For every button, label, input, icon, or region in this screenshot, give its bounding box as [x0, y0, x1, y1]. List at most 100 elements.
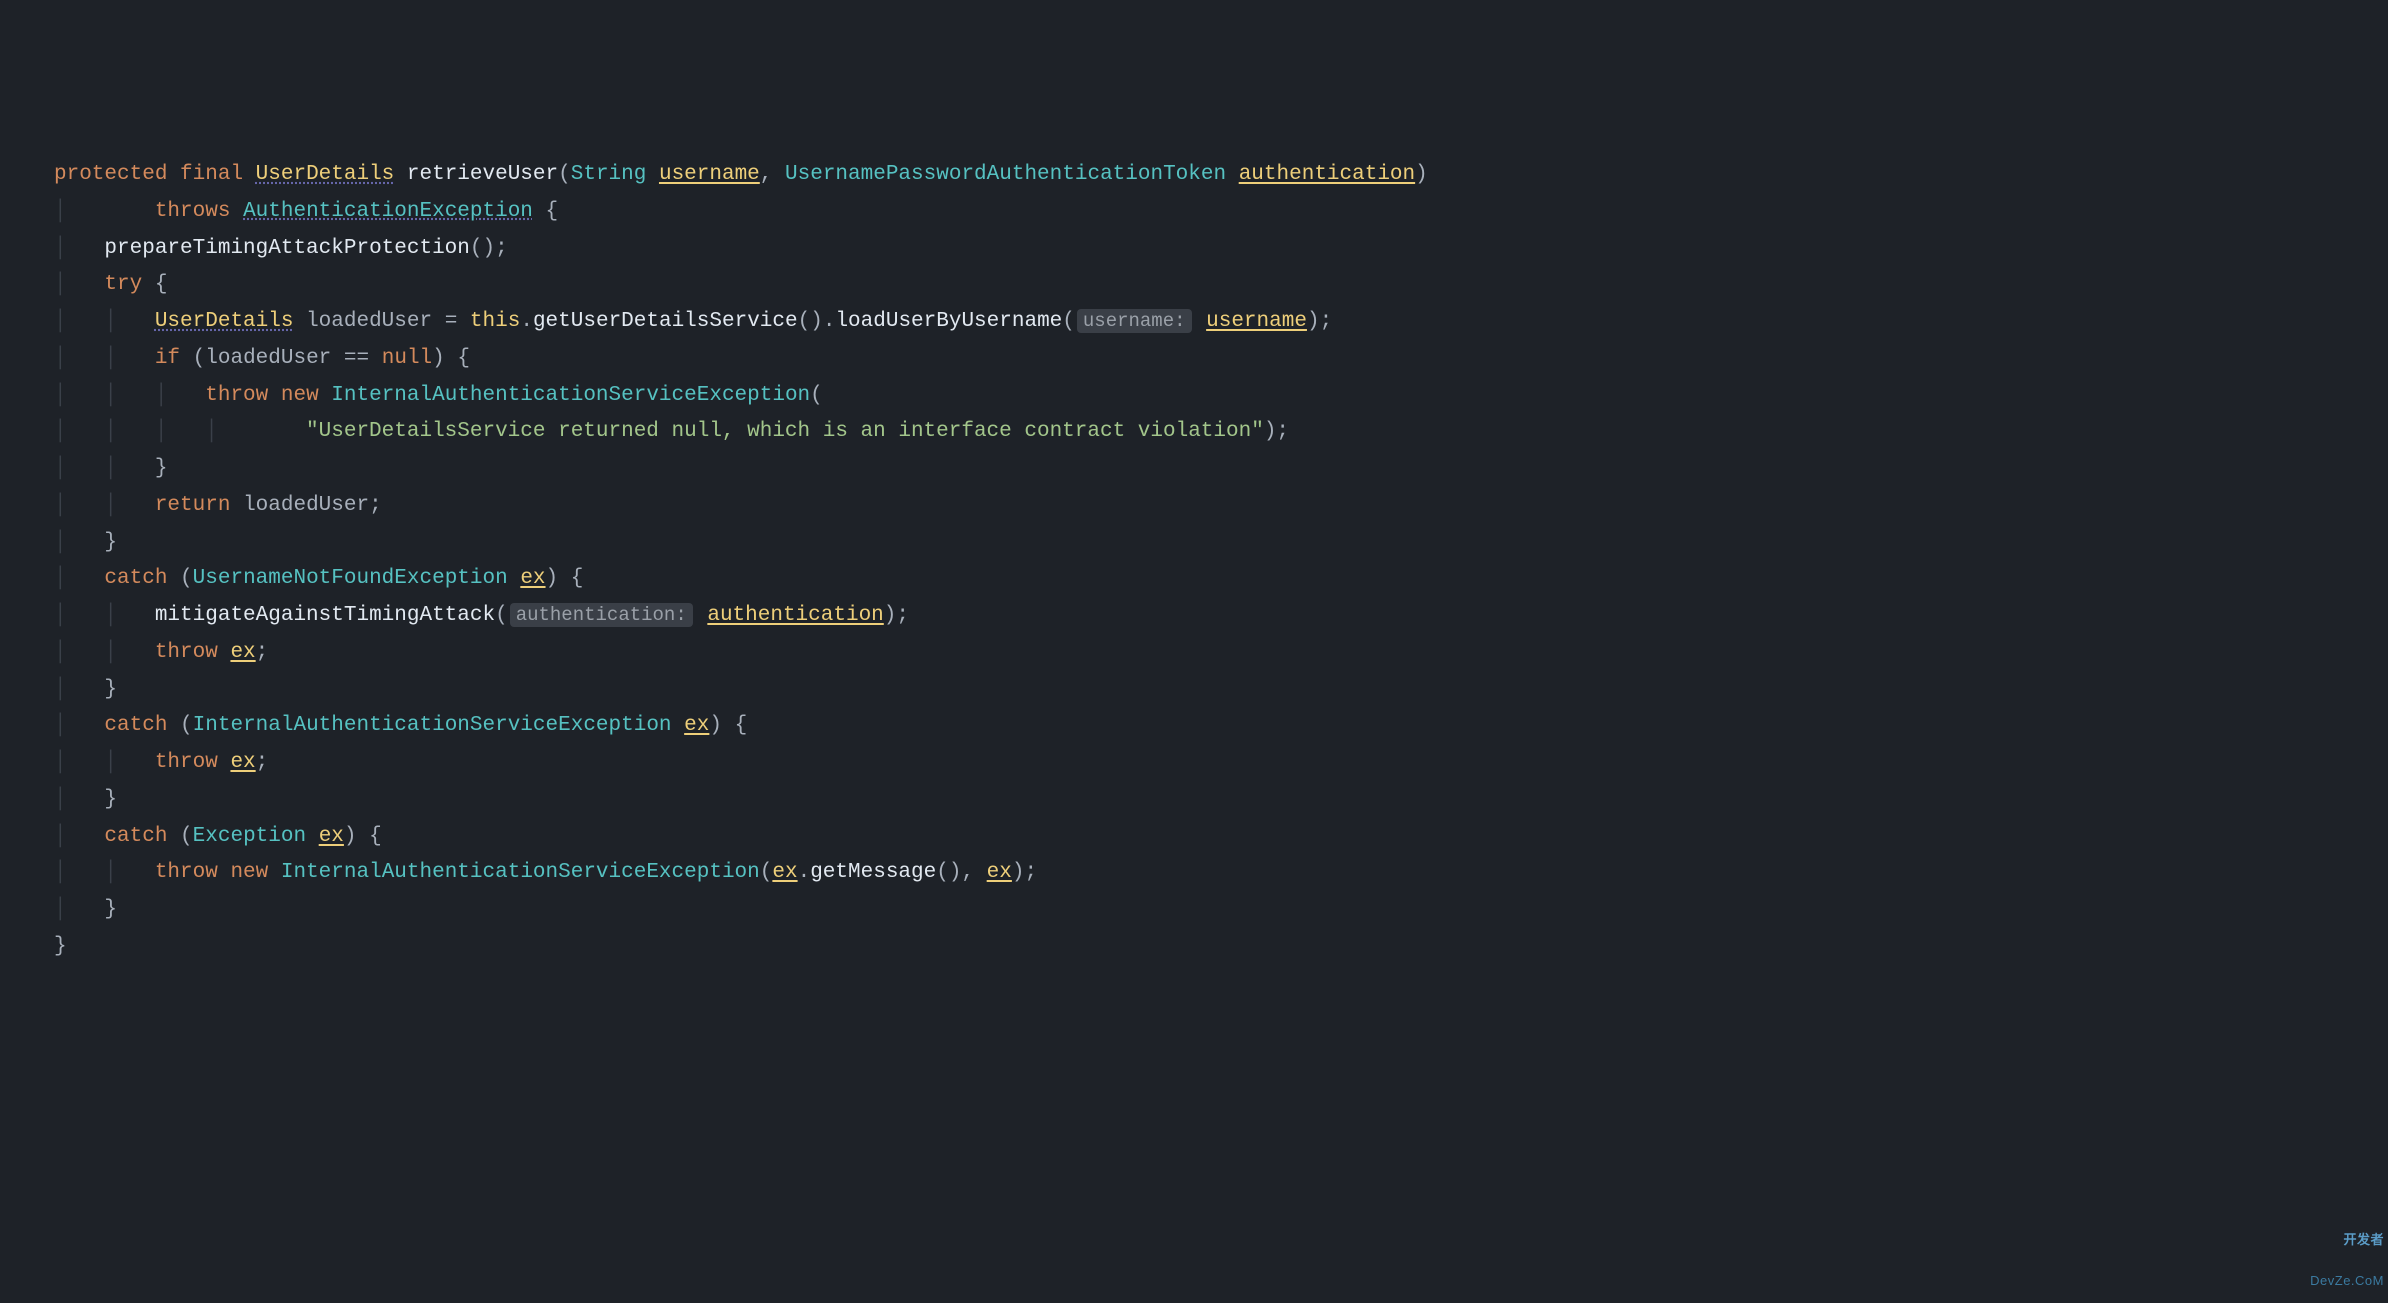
code-line-19: │ catch (Exception ex) {: [54, 825, 382, 848]
keyword-new: new: [281, 384, 319, 407]
paren-pair: (): [936, 861, 961, 884]
paren-close: ): [1264, 420, 1277, 443]
keyword-if: if: [155, 347, 180, 370]
keyword-throw: throw: [205, 384, 268, 407]
paren-close: ): [344, 825, 357, 848]
code-line-22: }: [54, 935, 67, 958]
paren-open: (: [760, 861, 773, 884]
inlay-hint-authentication: authentication:: [510, 603, 693, 627]
code-line-3: │ prepareTimingAttackProtection();: [54, 237, 508, 260]
type-userdetails: UserDetails: [155, 310, 294, 333]
code-line-8: │ │ │ │ "UserDetailsService returned nul…: [54, 420, 1289, 443]
keyword-catch: catch: [104, 825, 167, 848]
keyword-throws: throws: [155, 200, 231, 223]
watermark-line1: 开发者: [2310, 1233, 2384, 1247]
paren-close: ): [1012, 861, 1025, 884]
op-eq: ==: [344, 347, 369, 370]
code-line-4: │ try {: [54, 273, 167, 296]
semicolon: ;: [1320, 310, 1333, 333]
brace-close: }: [104, 678, 117, 701]
param-ex: ex: [319, 825, 344, 848]
param-ex: ex: [520, 567, 545, 590]
semicolon: ;: [369, 494, 382, 517]
indent-guide: │: [54, 898, 104, 921]
indent-guide: │ │ │ │: [54, 420, 306, 443]
indent-guide: │ │: [54, 641, 155, 664]
var-loadeduser: loadedUser: [306, 310, 432, 333]
keyword-try: try: [104, 273, 142, 296]
code-line-7: │ │ │ throw new InternalAuthenticationSe…: [54, 384, 823, 407]
keyword-catch: catch: [104, 714, 167, 737]
arg-username: username: [1206, 310, 1307, 333]
var-ex: ex: [987, 861, 1012, 884]
code-line-21: │ }: [54, 898, 117, 921]
indent-guide: │: [54, 678, 104, 701]
brace-open: {: [369, 825, 382, 848]
type-userdetails: UserDetails: [256, 163, 395, 186]
watermark-line2: DevZe.CoM: [2310, 1274, 2384, 1288]
brace-close: }: [104, 788, 117, 811]
brace-close: }: [104, 531, 117, 554]
semicolon: ;: [256, 751, 269, 774]
semicolon: ;: [256, 641, 269, 664]
indent-guide: │: [54, 237, 104, 260]
comma: ,: [961, 861, 974, 884]
keyword-throw: throw: [155, 641, 218, 664]
dot: .: [520, 310, 533, 333]
method-loaduserbyusername: loadUserByUsername: [835, 310, 1062, 333]
indent-guide: │: [54, 273, 104, 296]
indent-guide: │ │: [54, 457, 155, 480]
keyword-return: return: [155, 494, 231, 517]
type-upat: UsernamePasswordAuthenticationToken: [785, 163, 1226, 186]
code-editor[interactable]: protected final UserDetails retrieveUser…: [0, 157, 2388, 966]
type-string: String: [571, 163, 647, 186]
type-iase: InternalAuthenticationServiceException: [281, 861, 760, 884]
code-line-18: │ }: [54, 788, 117, 811]
paren-close: ): [1415, 163, 1428, 186]
brace-close: }: [104, 898, 117, 921]
brace-open: {: [457, 347, 470, 370]
indent-guide: │: [54, 788, 104, 811]
code-line-14: │ │ throw ex;: [54, 641, 268, 664]
param-username: username: [659, 163, 760, 186]
brace-open: {: [155, 273, 168, 296]
code-line-10: │ │ return loadedUser;: [54, 494, 382, 517]
watermark: 开发者 DevZe.CoM: [2310, 1206, 2384, 1301]
type-iase: InternalAuthenticationServiceException: [331, 384, 810, 407]
code-line-20: │ │ throw new InternalAuthenticationServ…: [54, 861, 1037, 884]
op-assign: =: [445, 310, 458, 333]
paren-close: ): [709, 714, 722, 737]
keyword-this: this: [470, 310, 520, 333]
keyword-throw: throw: [155, 751, 218, 774]
semicolon: ;: [1025, 861, 1038, 884]
string-literal: "UserDetailsService returned null, which…: [306, 420, 1264, 443]
code-line-1: protected final UserDetails retrieveUser…: [54, 163, 1428, 186]
param-authentication: authentication: [1239, 163, 1415, 186]
paren-open: (: [810, 384, 823, 407]
indent-guide: │ │: [54, 604, 155, 627]
code-line-17: │ │ throw ex;: [54, 751, 268, 774]
type-unfe: UsernameNotFoundException: [193, 567, 508, 590]
paren-pair: (): [798, 310, 823, 333]
method-getuserdetailsservice: getUserDetailsService: [533, 310, 798, 333]
param-ex: ex: [684, 714, 709, 737]
var-ex: ex: [230, 641, 255, 664]
code-line-5: │ │ UserDetails loadedUser = this.getUse…: [54, 310, 1332, 333]
method-getmessage: getMessage: [810, 861, 936, 884]
code-line-16: │ catch (InternalAuthenticationServiceEx…: [54, 714, 747, 737]
code-line-13: │ │ mitigateAgainstTimingAttack(authenti…: [54, 604, 909, 627]
comma: ,: [760, 163, 773, 186]
dot: .: [798, 861, 811, 884]
indent-guide: │: [54, 200, 155, 223]
keyword-null: null: [382, 347, 432, 370]
paren-open: (: [180, 567, 193, 590]
indent-guide: │ │ │: [54, 384, 205, 407]
var-ex: ex: [772, 861, 797, 884]
brace-close: }: [155, 457, 168, 480]
type-authexception: AuthenticationException: [243, 200, 533, 223]
brace-close: }: [54, 935, 67, 958]
indent-guide: │: [54, 567, 104, 590]
paren-open: (: [180, 825, 193, 848]
arg-authentication: authentication: [707, 604, 883, 627]
keyword-protected: protected: [54, 163, 167, 186]
